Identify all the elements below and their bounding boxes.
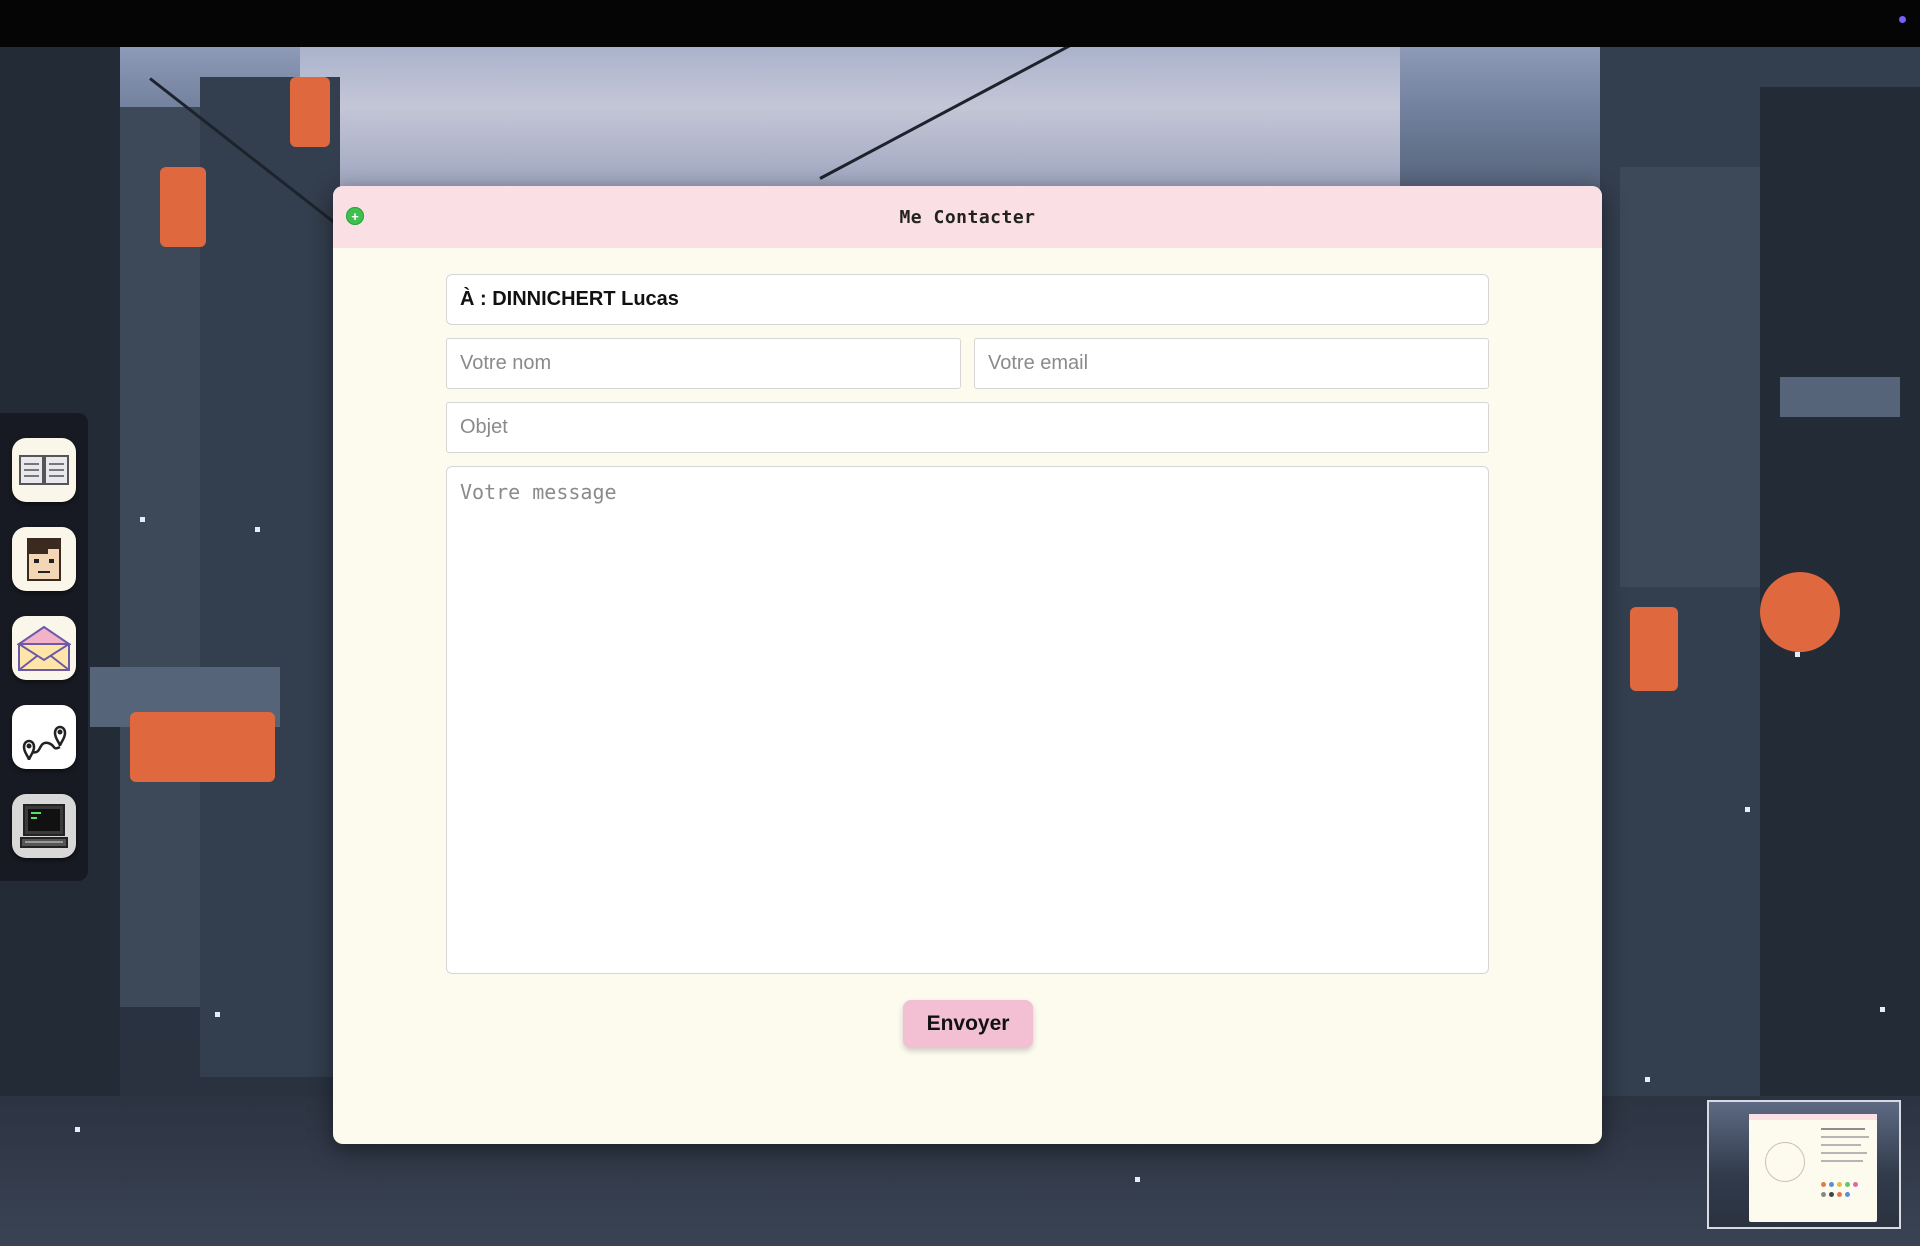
wallpaper-building [200,77,340,1077]
window-close-button[interactable]: + [346,207,364,225]
map-route-icon [22,725,67,761]
name-input[interactable]: Votre nom [446,338,961,389]
wallpaper-snowflake [215,1012,220,1017]
thumbnail-dot [1829,1192,1834,1197]
name-input-placeholder: Votre nom [460,352,552,374]
wallpaper-lantern [1760,572,1840,652]
terminal-computer-icon [20,804,68,848]
wallpaper-sky [300,47,1400,197]
contact-window: + Me Contacter À : DINNICHERT Lucas Votr… [333,186,1602,1144]
recipient-field: À : DINNICHERT Lucas [446,274,1489,325]
thumbnail-dot [1837,1192,1842,1197]
book-icon [19,455,69,485]
thumbnail-window-bar [1749,1114,1877,1120]
thumbnail-dot [1837,1182,1842,1187]
wallpaper-snowflake [1745,807,1750,812]
dock-app-map[interactable] [12,705,76,769]
message-textarea[interactable]: Votre message [446,466,1489,974]
plus-icon: + [351,208,359,224]
wallpaper-snowflake [255,527,260,532]
window-title: Me Contacter [899,206,1036,228]
window-preview-thumbnail[interactable] [1707,1100,1901,1229]
thumbnail-text-line [1821,1136,1869,1138]
wallpaper-snowflake [75,1127,80,1132]
wallpaper-snowflake [1880,1007,1885,1012]
dock-app-profile[interactable] [12,527,76,591]
send-button[interactable]: Envoyer [903,1000,1033,1048]
thumbnail-text-line [1821,1152,1867,1154]
wallpaper-snowflake [140,517,145,522]
thumbnail-dot [1845,1192,1850,1197]
status-indicator-dot [1899,16,1906,23]
wallpaper-sign [1780,377,1900,417]
wallpaper-snowflake [1645,1077,1650,1082]
message-textarea-placeholder: Votre message [460,480,617,504]
thumbnail-dot [1829,1182,1834,1187]
dock-app-terminal[interactable] [12,794,76,858]
wallpaper-building [1620,167,1760,587]
dock-app-mail[interactable] [12,616,76,680]
wallpaper-snowflake [1795,652,1800,657]
wallpaper-lantern [290,77,330,147]
window-titlebar[interactable]: + Me Contacter [333,186,1602,248]
thumbnail-dot [1821,1182,1826,1187]
thumbnail-dot [1845,1182,1850,1187]
wallpaper-snowflake [1135,1177,1140,1182]
wallpaper-lantern [1630,607,1678,691]
app-dock [0,413,88,881]
contact-form: À : DINNICHERT Lucas Votre nom Votre ema… [333,248,1602,1144]
subject-input-placeholder: Objet [460,416,508,438]
avatar-icon [27,538,61,581]
thumbnail-dot [1853,1182,1858,1187]
top-bar [0,0,1920,47]
thumbnail-text-line [1821,1128,1865,1130]
email-input-placeholder: Votre email [988,352,1089,374]
mail-icon [17,625,71,671]
email-input[interactable]: Votre email [974,338,1489,389]
dock-app-book[interactable] [12,438,76,502]
wallpaper-lantern [160,167,206,247]
thumbnail-dot [1821,1192,1826,1197]
thumbnail-text-line [1821,1144,1861,1146]
thumbnail-text-line [1821,1160,1863,1162]
subject-input[interactable]: Objet [446,402,1489,453]
thumbnail-window [1749,1114,1877,1222]
thumbnail-logo-circle [1765,1142,1805,1182]
wallpaper-lantern [130,712,275,782]
